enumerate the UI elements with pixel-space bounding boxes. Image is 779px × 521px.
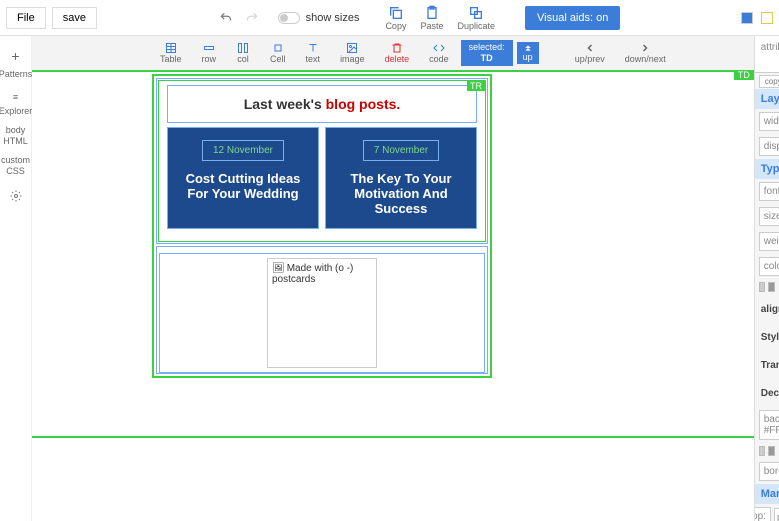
tab-attributes[interactable]: attributes	[755, 36, 779, 72]
image-button[interactable]: image	[332, 40, 373, 66]
preset-swatch[interactable]	[759, 446, 766, 456]
color-swatch-blue[interactable]	[741, 12, 753, 24]
selected-indicator: selected:TD	[461, 40, 513, 66]
explorer-button[interactable]: ≡Explorer	[0, 84, 34, 122]
copy-css-button[interactable]: copy	[759, 75, 779, 88]
color-input[interactable]: color	[759, 257, 779, 276]
transform-label: Transform	[761, 360, 779, 371]
style-label: Style	[761, 332, 779, 343]
background-input[interactable]: background #FFFFFF	[759, 410, 779, 440]
copy-button[interactable]: Copy	[381, 5, 410, 31]
td-selection-marker: TD	[734, 70, 754, 80]
align-label: align	[761, 304, 779, 315]
body-html-button[interactable]: body HTML	[0, 121, 31, 151]
patterns-button[interactable]: +Patterns	[0, 40, 34, 84]
typography-section: Typography	[755, 159, 779, 179]
footer-cell[interactable]: Made with (o -) postcards	[159, 253, 485, 373]
delete-button[interactable]: delete	[377, 40, 418, 66]
width-input[interactable]: width:	[759, 112, 779, 131]
up-prev-button[interactable]: up/prev	[567, 40, 613, 66]
email-table[interactable]: TR Last week's blog posts. 12 November C…	[152, 74, 492, 378]
show-sizes-label: show sizes	[306, 12, 360, 24]
font-input[interactable]: font:	[759, 182, 779, 201]
tr-marker: TR	[467, 81, 485, 91]
decoration-label: Decoration	[761, 388, 779, 399]
preset-swatch[interactable]	[768, 282, 775, 292]
settings-icon[interactable]	[8, 186, 24, 209]
size-input[interactable]: size	[759, 207, 779, 226]
up-button[interactable]: up	[517, 42, 539, 64]
placeholder-image[interactable]: Made with (o -) postcards	[267, 258, 377, 368]
preset-swatch[interactable]	[759, 282, 766, 292]
row-button[interactable]: row	[194, 40, 225, 66]
down-next-button[interactable]: down/next	[617, 40, 674, 66]
blog-card[interactable]: 7 November The Key To Your Motivation An…	[325, 127, 477, 229]
table-button[interactable]: Table	[152, 40, 190, 66]
cell-button[interactable]: Cell	[262, 40, 294, 66]
redo-icon[interactable]	[242, 8, 262, 28]
col-button[interactable]: col	[228, 40, 258, 66]
border-input[interactable]: border	[759, 462, 779, 481]
paste-button[interactable]: Paste	[416, 5, 447, 31]
layout-section: Layout	[755, 89, 779, 109]
color-swatch-yellow[interactable]	[761, 12, 773, 24]
file-button[interactable]: File	[6, 7, 46, 29]
undo-icon[interactable]	[216, 8, 236, 28]
visual-aids-toggle[interactable]: Visual aids: on	[525, 6, 620, 30]
save-button[interactable]: save	[52, 7, 97, 29]
show-sizes-toggle[interactable]	[278, 12, 300, 24]
card-date: 12 November	[202, 140, 284, 161]
header-cell[interactable]: Last week's blog posts.	[167, 85, 477, 123]
display-input[interactable]: display:	[759, 137, 779, 156]
text-button[interactable]: text	[298, 40, 329, 66]
card-date: 7 November	[363, 140, 439, 161]
margin-section: Margin	[755, 484, 779, 504]
weight-select[interactable]: weight	[759, 232, 779, 251]
duplicate-button[interactable]: Duplicate	[453, 5, 499, 31]
card-title: Cost Cutting Ideas For Your Wedding	[176, 171, 310, 201]
preset-swatch[interactable]	[768, 446, 775, 456]
code-button[interactable]: code	[421, 40, 457, 66]
margin-top-input[interactable]: top:	[754, 507, 771, 521]
card-title: The Key To Your Motivation And Success	[334, 171, 468, 216]
blog-card[interactable]: 12 November Cost Cutting Ideas For Your …	[167, 127, 319, 229]
margin-top-unit[interactable]: px	[774, 508, 779, 521]
custom-css-button[interactable]: custom CSS	[0, 151, 32, 181]
